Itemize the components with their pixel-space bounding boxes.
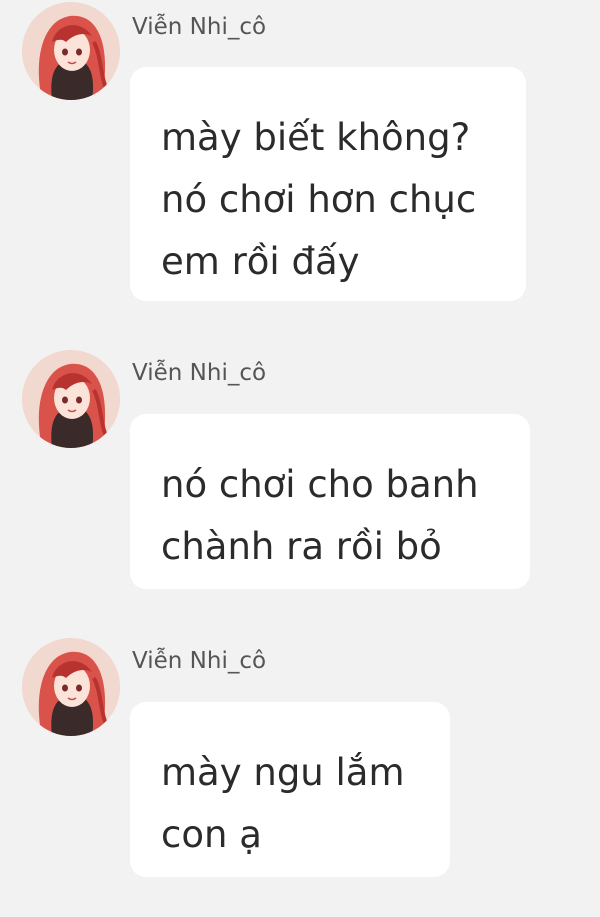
message-text-line: mày biết không? — [161, 116, 471, 159]
message-text-line: nó chơi hơn chục — [161, 178, 477, 221]
message-text-line: con ạ — [161, 813, 262, 856]
message-bubble[interactable]: mày biết không? nó chơi hơn chục em rồi … — [130, 67, 526, 301]
anime-girl-avatar-icon — [22, 638, 120, 736]
message-text-line: nó chơi cho banh — [161, 463, 479, 506]
message-bubble[interactable]: mày ngu lắm con ạ — [130, 702, 450, 877]
sender-name: Viễn Nhi_cô — [132, 14, 267, 40]
avatar[interactable] — [22, 638, 120, 736]
avatar[interactable] — [22, 350, 120, 448]
anime-girl-avatar-icon — [22, 350, 120, 448]
anime-girl-avatar-icon — [22, 2, 120, 100]
message-text-line: chành ra rồi bỏ — [161, 525, 442, 568]
avatar[interactable] — [22, 2, 120, 100]
message-bubble[interactable]: nó chơi cho banh chành ra rồi bỏ — [130, 414, 530, 589]
message-text-line: mày ngu lắm — [161, 751, 405, 794]
message-text-line: em rồi đấy — [161, 240, 360, 283]
sender-name: Viễn Nhi_cô — [132, 360, 267, 386]
sender-name: Viễn Nhi_cô — [132, 648, 267, 674]
